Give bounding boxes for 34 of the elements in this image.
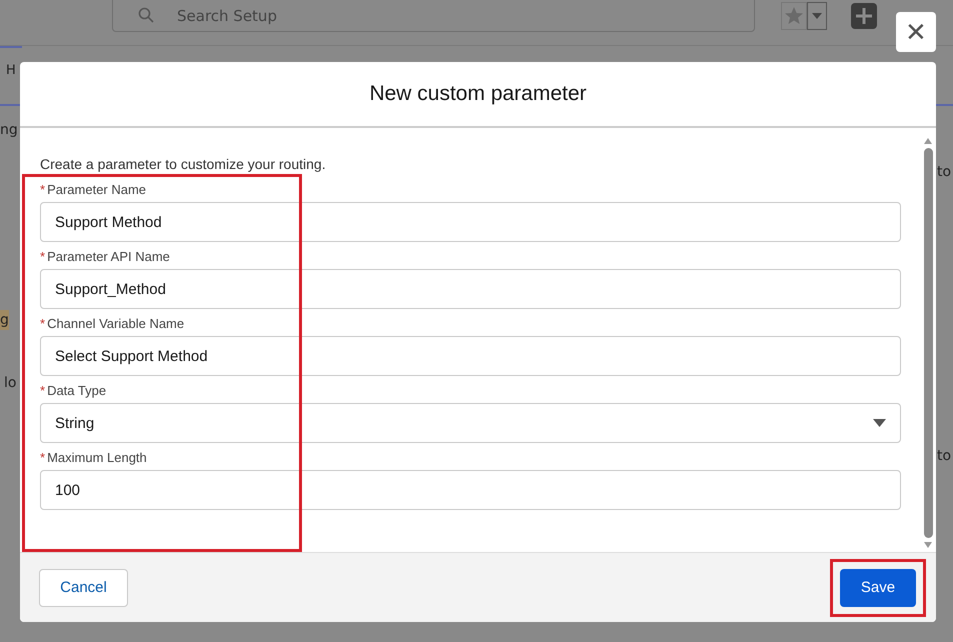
dropdown-button[interactable] (807, 2, 827, 30)
field-label: Parameter API Name (47, 249, 170, 264)
input-field[interactable]: Support_Method (40, 269, 901, 309)
search-icon (138, 7, 154, 23)
caret-icon (812, 13, 822, 19)
caret-icon (873, 419, 886, 427)
intro-text: Create a parameter to customize your routing. (40, 156, 327, 172)
modal-title: New custom parameter (369, 82, 587, 106)
select-field[interactable]: String (40, 403, 901, 443)
sidebar-text: lo (4, 375, 16, 391)
required-mark: * (40, 316, 46, 331)
required-mark: * (40, 383, 46, 398)
scroll-up-icon[interactable] (924, 138, 932, 144)
required-mark: * (40, 249, 46, 264)
add-icon[interactable] (851, 3, 877, 29)
input-field[interactable]: Select Support Method (40, 336, 901, 376)
input-field[interactable]: Support Method (40, 202, 901, 242)
scroll-down-icon[interactable] (924, 542, 932, 548)
sidebar-text: g (0, 310, 9, 330)
required-mark: * (40, 450, 46, 465)
field-label: Parameter Name (47, 182, 146, 197)
required-mark: * (40, 182, 46, 197)
field-label: Maximum Length (47, 450, 147, 465)
field-label: Channel Variable Name (47, 316, 184, 331)
sidebar-text: ng (0, 122, 18, 138)
cancel-button[interactable]: Cancel (39, 568, 128, 606)
input-field[interactable]: 100 (40, 470, 901, 510)
save-button[interactable]: Save (840, 568, 916, 606)
favorite-button[interactable] (781, 2, 807, 30)
search-field[interactable]: Search Setup (112, 0, 755, 32)
close-button[interactable]: ✕ (896, 12, 936, 52)
background-text: to (937, 164, 952, 180)
field-label: Data Type (47, 383, 106, 398)
background-text: to (937, 448, 952, 464)
